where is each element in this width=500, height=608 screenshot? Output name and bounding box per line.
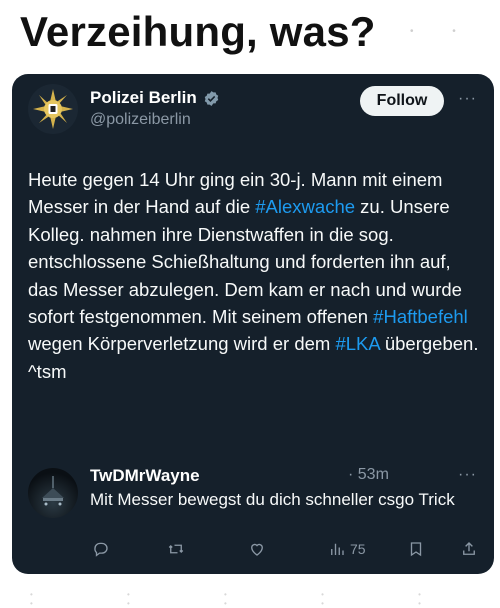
like-icon	[251, 543, 263, 556]
repost-icon	[168, 544, 184, 554]
hashtag-link[interactable]: #Alexwache	[255, 196, 355, 217]
views-icon	[331, 543, 344, 555]
police-star-icon	[33, 89, 73, 129]
tweet-author[interactable]: Polizei Berlin @polizeiberlin	[90, 88, 220, 129]
share-icon	[463, 542, 475, 555]
avatar[interactable]	[28, 84, 78, 134]
reply-timestamp[interactable]: · 53m	[348, 466, 389, 484]
hashtag-link[interactable]: #LKA	[335, 333, 379, 354]
views-count: 75	[350, 541, 366, 557]
reply-button[interactable]	[92, 540, 110, 558]
reply-author-name[interactable]: TwDMrWayne	[90, 466, 200, 486]
follow-button[interactable]: Follow	[360, 86, 444, 116]
verified-badge-icon	[204, 90, 218, 106]
reply-icon	[94, 542, 108, 557]
more-options-icon[interactable]: ···	[458, 90, 477, 108]
reply-item[interactable]: TwDMrWayne · 53m ··· Mit Messer bewegst …	[12, 464, 494, 534]
author-handle[interactable]: @polizeiberlin	[90, 111, 220, 129]
hashtag-link[interactable]: #Haftbefehl	[373, 306, 468, 327]
share-button[interactable]	[460, 540, 478, 558]
reply-avatar[interactable]	[28, 468, 78, 518]
repost-button[interactable]	[167, 540, 185, 558]
bookmark-button[interactable]	[407, 540, 425, 558]
like-button[interactable]	[248, 540, 266, 558]
bookmark-icon	[410, 542, 422, 557]
reply-avatar-image	[42, 476, 64, 506]
tweet-text: Heute gegen 14 Uhr ging ein 30-j. Mann m…	[28, 166, 483, 385]
reply-more-options-icon[interactable]: ···	[458, 466, 477, 484]
action-bar: 75	[12, 540, 494, 566]
tweet-text-segment: wegen Körperverletzung wird er dem	[28, 333, 336, 355]
reply-text: Mit Messer bewegst du dich schneller csg…	[90, 490, 455, 509]
decorative-dots: • •	[410, 26, 474, 37]
views-button[interactable]: 75	[328, 540, 366, 558]
tweet-card[interactable]: Polizei Berlin @polizeiberlin Follow ···…	[12, 74, 494, 574]
meme-caption: Verzeihung, was?	[20, 8, 376, 55]
decorative-dots-bottom: • • • • • • • • • •	[30, 590, 467, 608]
author-name[interactable]: Polizei Berlin	[90, 88, 197, 108]
